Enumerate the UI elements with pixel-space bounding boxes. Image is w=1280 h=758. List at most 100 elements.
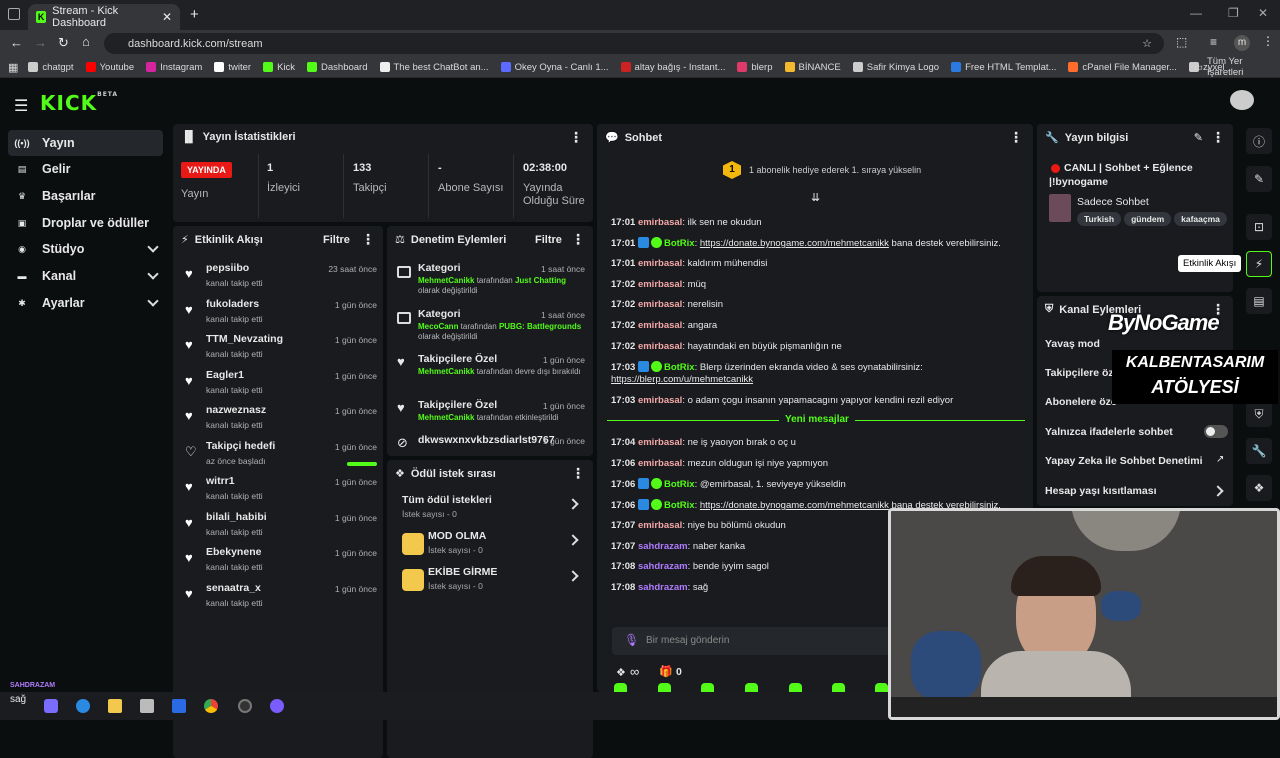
moderation-rail-icon[interactable]: ⛨ [1246,401,1272,427]
chat-username[interactable]: emirbasal [638,395,682,406]
chat-username[interactable]: BotRix [664,479,695,490]
back-icon[interactable]: ← [10,35,23,50]
tab-list-icon[interactable] [8,8,20,20]
points-icon[interactable]: ❖ [616,666,626,679]
sidebar-item-ayarlar[interactable]: ✱ Ayarlar [8,290,163,316]
moderation-filter-button[interactable]: Filtre [535,234,562,246]
media-icon[interactable]: ≡ [1210,35,1217,49]
gift-icon[interactable]: 🎁 [659,665,673,678]
bookmark-item[interactable]: Safir Kimya Logo [852,62,939,73]
new-tab-icon[interactable]: + [190,6,199,23]
chat-username[interactable]: sahdrazam [638,561,688,572]
edit-pencil-icon[interactable]: ✎ [1194,131,1203,144]
home-icon[interactable]: ⌂ [82,34,90,49]
bookmark-star-icon[interactable]: ☆ [1142,37,1152,50]
chat-username[interactable]: emirbasal [638,299,682,310]
reward-item[interactable]: MOD OLMA İstek sayısı - 0 [400,530,585,560]
chat-username[interactable]: emirbasal [638,437,682,448]
chrome-icon[interactable] [204,699,218,713]
chat-username[interactable]: sahdrazam [638,541,688,552]
chat-link[interactable]: https://donate.bynogame.com/mehmetcanikk [700,500,889,511]
wrench-rail-icon[interactable]: 🔧 [1246,438,1272,464]
kick-logo[interactable]: KICKBETA [40,91,118,115]
hamburger-menu-icon[interactable]: ☰ [14,96,28,116]
stream-tag[interactable]: kafaaçma [1174,212,1227,226]
notes-icon[interactable]: ▤ [1246,288,1272,314]
app-icon[interactable] [270,699,284,713]
chat-username[interactable]: sahdrazam [638,582,688,593]
info-icon[interactable]: ⓘ [1246,128,1272,154]
sidebar-item-kanal[interactable]: ▬ Kanal [8,263,163,289]
stream-tag[interactable]: Turkish [1077,212,1122,226]
emotes-only-toggle[interactable] [1204,425,1228,438]
chat-username[interactable]: emirbasal [638,217,682,228]
chat-menu-icon[interactable]: ⋮ [1009,129,1023,146]
category-name[interactable]: Sadece Sohbet [1077,196,1149,208]
stream-tag[interactable]: gündem [1124,212,1172,226]
bookmark-item[interactable]: blerp [737,62,773,73]
chat-link[interactable]: https://blerp.com/u/mehmetcanikk [611,374,1011,386]
url-field[interactable]: dashboard.kick.com/stream ☆ [104,33,1164,54]
browser-menu-icon[interactable]: ⋮ [1262,34,1274,48]
bookmark-item[interactable]: Free HTML Templat... [951,62,1056,73]
chat-username[interactable]: emirbasal [638,279,682,290]
bookmark-item[interactable]: cPanel File Manager... [1068,62,1177,73]
stream-info-menu-icon[interactable]: ⋮ [1211,129,1225,146]
microphone-icon[interactable]: 🎙 [624,633,639,647]
emotes-only-row[interactable]: Yalnızca ifadelerle sohbet [1045,426,1173,438]
browser-tab[interactable]: K Stream - Kick Dashboard ✕ [28,4,180,30]
explorer-icon[interactable] [108,699,122,713]
activity-menu-icon[interactable]: ⋮ [361,231,375,248]
followers-only-row[interactable]: Takipçilere öz [1045,367,1114,379]
chat-username[interactable]: BotRix [664,362,695,373]
bookmark-item[interactable]: Dashboard [307,62,368,73]
bookmark-item[interactable]: Okey Oyna - Canlı 1... [500,62,609,73]
chat-username[interactable]: emirbasal [638,258,682,269]
chat-link[interactable]: https://donate.bynogame.com/mehmetcanikk [700,238,889,249]
reload-icon[interactable]: ↻ [58,35,69,51]
store-icon[interactable] [140,699,154,713]
rewards-menu-icon[interactable]: ⋮ [571,465,585,482]
maximize-icon[interactable]: ❐ [1228,6,1239,20]
bookmark-item[interactable]: Youtube [85,62,134,73]
tab-close-icon[interactable]: ✕ [162,10,172,24]
bookmark-item[interactable]: Kick [263,62,295,73]
stats-menu-icon[interactable]: ⋮ [569,129,583,146]
sidebar-item-yayın[interactable]: ((•)) Yayın [8,130,163,156]
forward-icon[interactable]: → [34,35,47,50]
sidebar-item-gelir[interactable]: ▤ Gelir [8,156,163,182]
copilot-icon[interactable] [44,699,58,713]
user-avatar[interactable] [1230,90,1254,110]
chat-username[interactable]: emirbasal [638,341,682,352]
sidebar-item-başarılar[interactable]: ♛ Başarılar [8,183,163,209]
activity-feed-rail-icon[interactable]: ⚡ [1246,251,1272,277]
subs-only-row[interactable]: Abonelere öze [1045,396,1117,408]
ai-moderation-row[interactable]: Yapay Zeka ile Sohbet Denetimi [1045,455,1203,467]
minimize-icon[interactable]: — [1190,6,1202,20]
profile-avatar[interactable]: m [1234,35,1250,51]
chat-username[interactable]: BotRix [664,500,695,511]
bookmark-item[interactable]: chatgpt [28,62,74,73]
all-bookmarks[interactable]: ▭ Tüm Yer İşaretleri [1194,56,1280,78]
account-age-row[interactable]: Hesap yaşı kısıtlaması [1045,485,1157,497]
edit-icon[interactable]: ✎ [1246,166,1272,192]
bookmark-item[interactable]: altay bağış - Instant... [620,62,725,73]
chat-username[interactable]: emirbasal [638,458,682,469]
bookmark-item[interactable]: The best ChatBot an... [379,62,489,73]
all-rewards-row[interactable]: Tüm ödül istekleri İstek sayısı - 0 [400,494,585,524]
moderation-menu-icon[interactable]: ⋮ [571,231,585,248]
chat-username[interactable]: emirbasal [638,520,682,531]
activity-filter-button[interactable]: Filtre [323,234,350,246]
sidebar-item-stüdyo[interactable]: ◉ Stüdyo [8,236,163,262]
slow-mode-row[interactable]: Yavaş mod [1045,338,1100,350]
edge-icon[interactable] [76,699,90,713]
bookmark-item[interactable]: twiter [214,62,251,73]
gift-banner-text[interactable]: 1 abonelik hediye ederek 1. sıraya yükse… [749,165,921,175]
window-close-icon[interactable]: ✕ [1258,6,1268,20]
extensions-icon[interactable]: ⬚ [1176,35,1187,49]
rewards-rail-icon[interactable]: ❖ [1246,475,1272,501]
pinned-toggle-icon[interactable]: ⇊ [811,191,820,204]
sidebar-item-droplar[interactable]: ▣ Droplar ve ödüller [8,210,163,236]
mail-icon[interactable] [172,699,186,713]
chat-username[interactable]: BotRix [664,238,695,249]
